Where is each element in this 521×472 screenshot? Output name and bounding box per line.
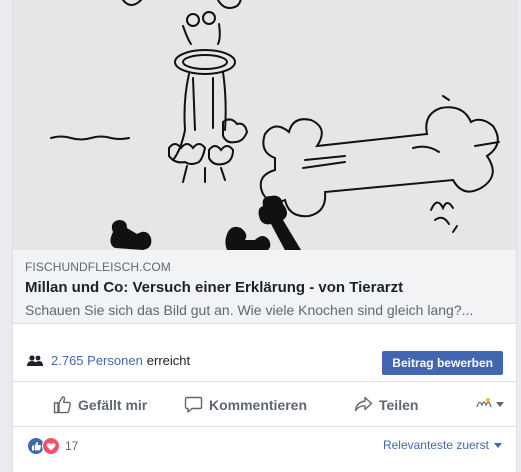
post-as-selector[interactable] <box>475 397 504 411</box>
chevron-down-icon <box>494 442 502 448</box>
love-reaction-icon <box>42 437 60 455</box>
link-preview-meta[interactable]: FISCHUNDFLEISCH.COM Millan und Co: Versu… <box>13 250 516 324</box>
page-avatar-icon <box>476 398 492 408</box>
boost-post-button[interactable]: Beitrag bewerben <box>382 351 503 375</box>
like-label: Gefällt mir <box>78 396 148 413</box>
chevron-down-icon <box>496 401 504 407</box>
link-preview-image[interactable] <box>13 0 516 250</box>
thumbs-up-icon <box>53 396 71 414</box>
comment-button[interactable]: Kommentieren <box>184 395 307 414</box>
reach-suffix: erreicht <box>146 353 191 368</box>
post-actions-bar: Gefällt mir Kommentieren Teilen <box>13 383 516 427</box>
comment-icon <box>184 396 203 413</box>
comment-label: Kommentieren <box>209 396 308 413</box>
reactions-row: 17 Relevanteste zuerst <box>13 428 516 464</box>
bone-drawing-illustration <box>13 0 516 250</box>
reaction-count: 17 <box>65 439 79 453</box>
link-domain: FISCHUNDFLEISCH.COM <box>25 260 171 274</box>
share-label: Teilen <box>379 396 419 413</box>
link-title[interactable]: Millan und Co: Versuch einer Erklärung -… <box>25 278 504 298</box>
reach-row: 2.765 Personen erreicht Beitrag bewerben <box>13 340 516 382</box>
reach-summary: 2.765 Personen erreicht <box>27 353 190 368</box>
reach-count-link[interactable]: 2.765 Personen <box>51 353 143 368</box>
sort-label: Relevanteste zuerst <box>382 438 489 452</box>
people-icon <box>27 354 43 367</box>
link-description: Schauen Sie sich das Bild gut an. Wie vi… <box>25 302 474 318</box>
reaction-summary[interactable]: 17 <box>27 437 78 455</box>
share-button[interactable]: Teilen <box>354 395 418 414</box>
comment-sort-dropdown[interactable]: Relevanteste zuerst <box>383 438 502 452</box>
post-card: FISCHUNDFLEISCH.COM Millan und Co: Versu… <box>12 0 517 472</box>
share-arrow-icon <box>354 396 373 412</box>
like-button[interactable]: Gefällt mir <box>53 395 147 414</box>
